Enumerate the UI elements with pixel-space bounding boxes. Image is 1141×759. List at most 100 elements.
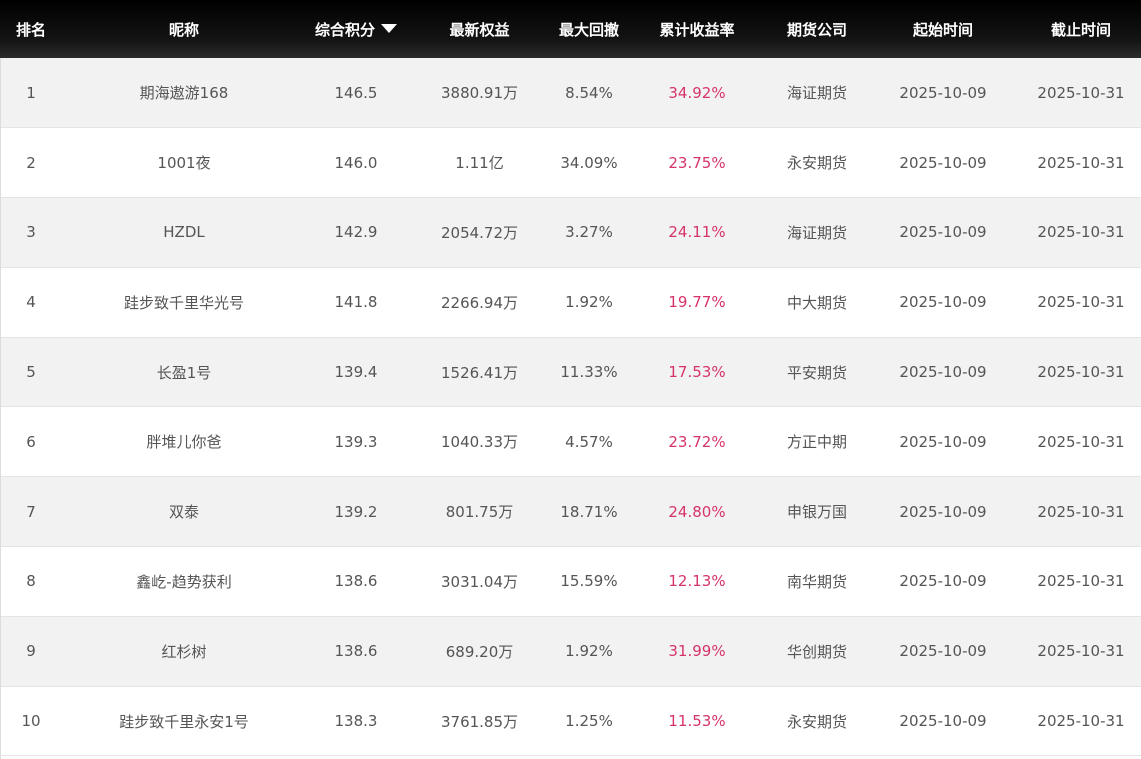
table-row[interactable]: 3 HZDL 142.9 2054.72万 3.27% 24.11% 海证期货 2025-10… xyxy=(0,197,1141,268)
score-cell: 146.0 xyxy=(334,153,378,172)
company-cell: 南华期货 xyxy=(786,572,847,591)
nickname-cell: 红杉树 xyxy=(161,642,207,661)
table-row[interactable]: 8 鑫屹-趋势获利 138.6 3031.04万 15.59% 12.13% 南华期货 202… xyxy=(0,546,1141,617)
column-header-start-date[interactable]: 起始时间 xyxy=(865,0,1021,58)
start-date-cell: 2025-10-09 xyxy=(899,432,987,451)
end-date-cell: 2025-10-31 xyxy=(1037,642,1125,661)
return-cell: 34.92% xyxy=(668,83,726,102)
rank-cell: 5 xyxy=(26,363,36,382)
start-date-cell: 2025-10-09 xyxy=(899,363,987,382)
equity-cell: 2266.94万 xyxy=(440,293,519,312)
company-cell: 申银万国 xyxy=(786,503,847,522)
column-header-equity[interactable]: 最新权益 xyxy=(406,0,553,58)
column-header-rank[interactable]: 排名 xyxy=(0,0,62,58)
return-cell: 24.11% xyxy=(668,223,726,242)
rank-cell: 3 xyxy=(26,223,36,242)
equity-cell: 689.20万 xyxy=(445,642,514,661)
ranking-table: 排名 昵称 综合积分 最新权益 最大回撤 累计收益率 期货公司 起始时间 截止时… xyxy=(0,0,1141,756)
table-row[interactable]: 5 长盈1号 139.4 1526.41万 11.33% 17.53% 平安期货 2025-1… xyxy=(0,337,1141,407)
return-cell: 31.99% xyxy=(668,642,726,661)
company-cell: 永安期货 xyxy=(786,712,847,731)
table-row[interactable]: 7 双泰 139.2 801.75万 18.71% 24.80% 申银万国 2025-10-0… xyxy=(0,476,1141,547)
column-header-end-date[interactable]: 截止时间 xyxy=(1021,0,1141,58)
rank-cell: 2 xyxy=(26,153,36,172)
return-cell: 11.53% xyxy=(668,712,726,731)
score-cell: 138.6 xyxy=(334,572,378,591)
drawdown-cell: 15.59% xyxy=(560,572,618,591)
score-cell: 139.2 xyxy=(334,502,378,521)
drawdown-cell: 1.25% xyxy=(565,712,613,731)
drawdown-cell: 4.57% xyxy=(565,432,613,451)
end-date-cell: 2025-10-31 xyxy=(1037,432,1125,451)
equity-cell: 3031.04万 xyxy=(440,572,519,591)
nickname-cell: 期海遨游168 xyxy=(139,84,229,103)
column-header-drawdown[interactable]: 最大回撤 xyxy=(553,0,625,58)
rank-cell: 8 xyxy=(26,572,36,591)
drawdown-cell: 34.09% xyxy=(560,153,618,172)
drawdown-cell: 8.54% xyxy=(565,83,613,102)
equity-cell: 1.11亿 xyxy=(455,154,504,173)
table-header: 排名 昵称 综合积分 最新权益 最大回撤 累计收益率 期货公司 起始时间 截止时… xyxy=(0,0,1141,58)
equity-cell: 3880.91万 xyxy=(440,84,519,103)
company-cell: 方正中期 xyxy=(786,433,847,452)
score-cell: 146.5 xyxy=(334,83,378,102)
drawdown-cell: 18.71% xyxy=(560,502,618,521)
score-cell: 139.4 xyxy=(334,363,378,382)
table-body: 1 期海遨游168 146.5 3880.91万 8.54% 34.92% 海证期货 2025… xyxy=(0,58,1141,756)
column-header-company[interactable]: 期货公司 xyxy=(769,0,865,58)
company-cell: 华创期货 xyxy=(786,642,847,661)
nickname-cell: 跬步致千里永安1号 xyxy=(119,712,249,731)
end-date-cell: 2025-10-31 xyxy=(1037,293,1125,312)
rank-cell: 4 xyxy=(26,293,36,312)
table-left-border xyxy=(0,58,1,759)
nickname-cell: 跬步致千里华光号 xyxy=(123,293,244,312)
table-row[interactable]: 1 期海遨游168 146.5 3880.91万 8.54% 34.92% 海证期货 2025… xyxy=(0,58,1141,128)
table-row[interactable]: 2 1001夜 146.0 1.11亿 34.09% 23.75% 永安期货 2025-10-… xyxy=(0,127,1141,198)
column-header-nickname[interactable]: 昵称 xyxy=(62,0,306,58)
end-date-cell: 2025-10-31 xyxy=(1037,363,1125,382)
nickname-cell: HZDL xyxy=(163,223,205,242)
return-cell: 23.75% xyxy=(668,153,726,172)
return-cell: 17.53% xyxy=(668,363,726,382)
column-header-return[interactable]: 累计收益率 xyxy=(625,0,769,58)
score-cell: 138.3 xyxy=(334,712,378,731)
ranking-table-container: 排名 昵称 综合积分 最新权益 最大回撤 累计收益率 期货公司 起始时间 截止时… xyxy=(0,0,1141,759)
start-date-cell: 2025-10-09 xyxy=(899,712,987,731)
table-row[interactable]: 9 红杉树 138.6 689.20万 1.92% 31.99% 华创期货 2025-10-0… xyxy=(0,616,1141,687)
table-row[interactable]: 4 跬步致千里华光号 141.8 2266.94万 1.92% 19.77% 中大期货 202… xyxy=(0,267,1141,338)
equity-cell: 801.75万 xyxy=(445,503,514,522)
column-header-score[interactable]: 综合积分 xyxy=(306,0,406,58)
equity-cell: 2054.72万 xyxy=(440,223,519,242)
company-cell: 平安期货 xyxy=(786,363,847,382)
rank-cell: 6 xyxy=(26,432,36,451)
return-cell: 19.77% xyxy=(668,293,726,312)
equity-cell: 1040.33万 xyxy=(440,433,519,452)
score-cell: 139.3 xyxy=(334,432,378,451)
start-date-cell: 2025-10-09 xyxy=(899,642,987,661)
table-row[interactable]: 6 胖堆儿你爸 139.3 1040.33万 4.57% 23.72% 方正中期 2025-1… xyxy=(0,406,1141,477)
sort-descending-icon[interactable] xyxy=(381,23,397,33)
company-cell: 海证期货 xyxy=(786,84,847,103)
end-date-cell: 2025-10-31 xyxy=(1037,83,1125,102)
start-date-cell: 2025-10-09 xyxy=(899,502,987,521)
drawdown-cell: 3.27% xyxy=(565,223,613,242)
end-date-cell: 2025-10-31 xyxy=(1037,223,1125,242)
header-row: 排名 昵称 综合积分 最新权益 最大回撤 累计收益率 期货公司 起始时间 截止时… xyxy=(0,0,1141,58)
drawdown-cell: 1.92% xyxy=(565,293,613,312)
company-cell: 永安期货 xyxy=(786,154,847,173)
end-date-cell: 2025-10-31 xyxy=(1037,502,1125,521)
start-date-cell: 2025-10-09 xyxy=(899,572,987,591)
end-date-cell: 2025-10-31 xyxy=(1037,712,1125,731)
nickname-cell: 长盈1号 xyxy=(156,363,212,382)
table-row[interactable]: 10 跬步致千里永安1号 138.3 3761.85万 1.25% 11.53% 永安期货 2… xyxy=(0,686,1141,756)
start-date-cell: 2025-10-09 xyxy=(899,223,987,242)
score-cell: 138.6 xyxy=(334,642,378,661)
drawdown-cell: 1.92% xyxy=(565,642,613,661)
company-cell: 中大期货 xyxy=(786,293,847,312)
company-cell: 海证期货 xyxy=(786,223,847,242)
rank-cell: 10 xyxy=(21,712,41,731)
return-cell: 23.72% xyxy=(668,432,726,451)
start-date-cell: 2025-10-09 xyxy=(899,293,987,312)
equity-cell: 1526.41万 xyxy=(440,363,519,382)
equity-cell: 3761.85万 xyxy=(440,712,519,731)
